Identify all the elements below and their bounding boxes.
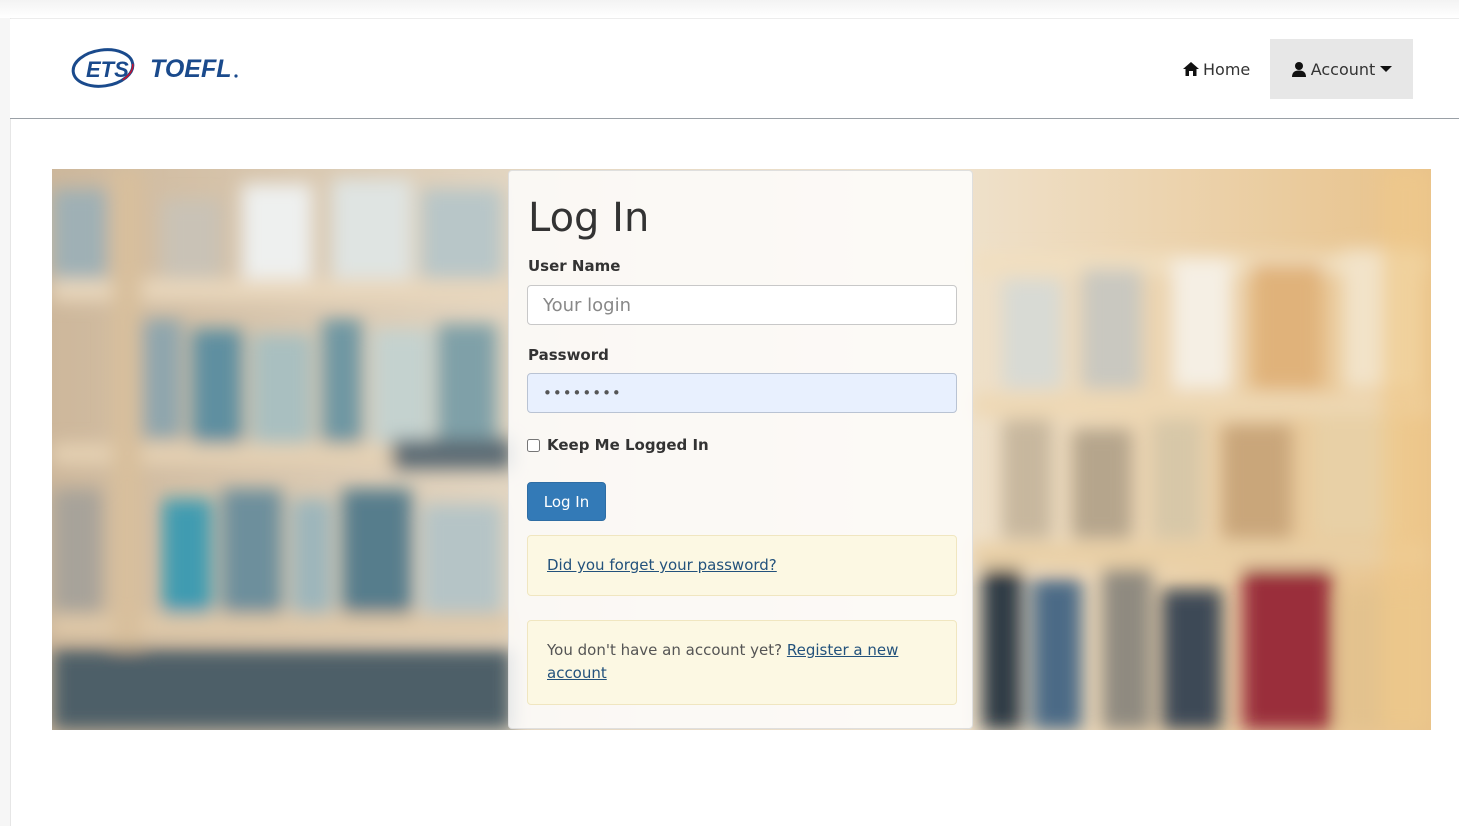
remember-me-checkbox[interactable] [527, 438, 540, 452]
caret-down-icon [1380, 66, 1393, 72]
home-icon [1183, 62, 1199, 76]
register-prompt-text: You don't have an account yet? [547, 641, 787, 659]
browser-top-strip [0, 0, 1459, 19]
login-button[interactable]: Log In [527, 482, 606, 521]
password-input[interactable] [527, 373, 957, 413]
password-label: Password [528, 346, 609, 364]
ets-toefl-logo[interactable]: ETS TOEFL [70, 44, 250, 92]
page-left-edge [0, 18, 11, 826]
register-box: You don't have an account yet? Register … [527, 620, 957, 705]
logo-toefl-text: TOEFL [150, 55, 231, 83]
login-card: Log In User Name Password Keep Me Logged… [508, 170, 973, 729]
forgot-password-box: Did you forget your password? [527, 535, 957, 596]
nav-home-label: Home [1203, 59, 1251, 79]
logo-ets-text: ETS [86, 57, 129, 82]
remember-me-label: Keep Me Logged In [547, 436, 709, 454]
page-title: Log In [528, 195, 650, 241]
nav-account-label: Account [1310, 59, 1376, 79]
top-navbar: ETS TOEFL Home Account [10, 19, 1459, 119]
nav-account-dropdown[interactable]: Account [1270, 39, 1413, 99]
nav-home-link[interactable]: Home [1182, 39, 1250, 99]
forgot-password-link[interactable]: Did you forget your password? [547, 556, 777, 574]
user-icon [1291, 62, 1306, 77]
username-input[interactable] [527, 285, 957, 325]
remember-me-row[interactable]: Keep Me Logged In [527, 436, 709, 454]
username-label: User Name [528, 257, 621, 275]
